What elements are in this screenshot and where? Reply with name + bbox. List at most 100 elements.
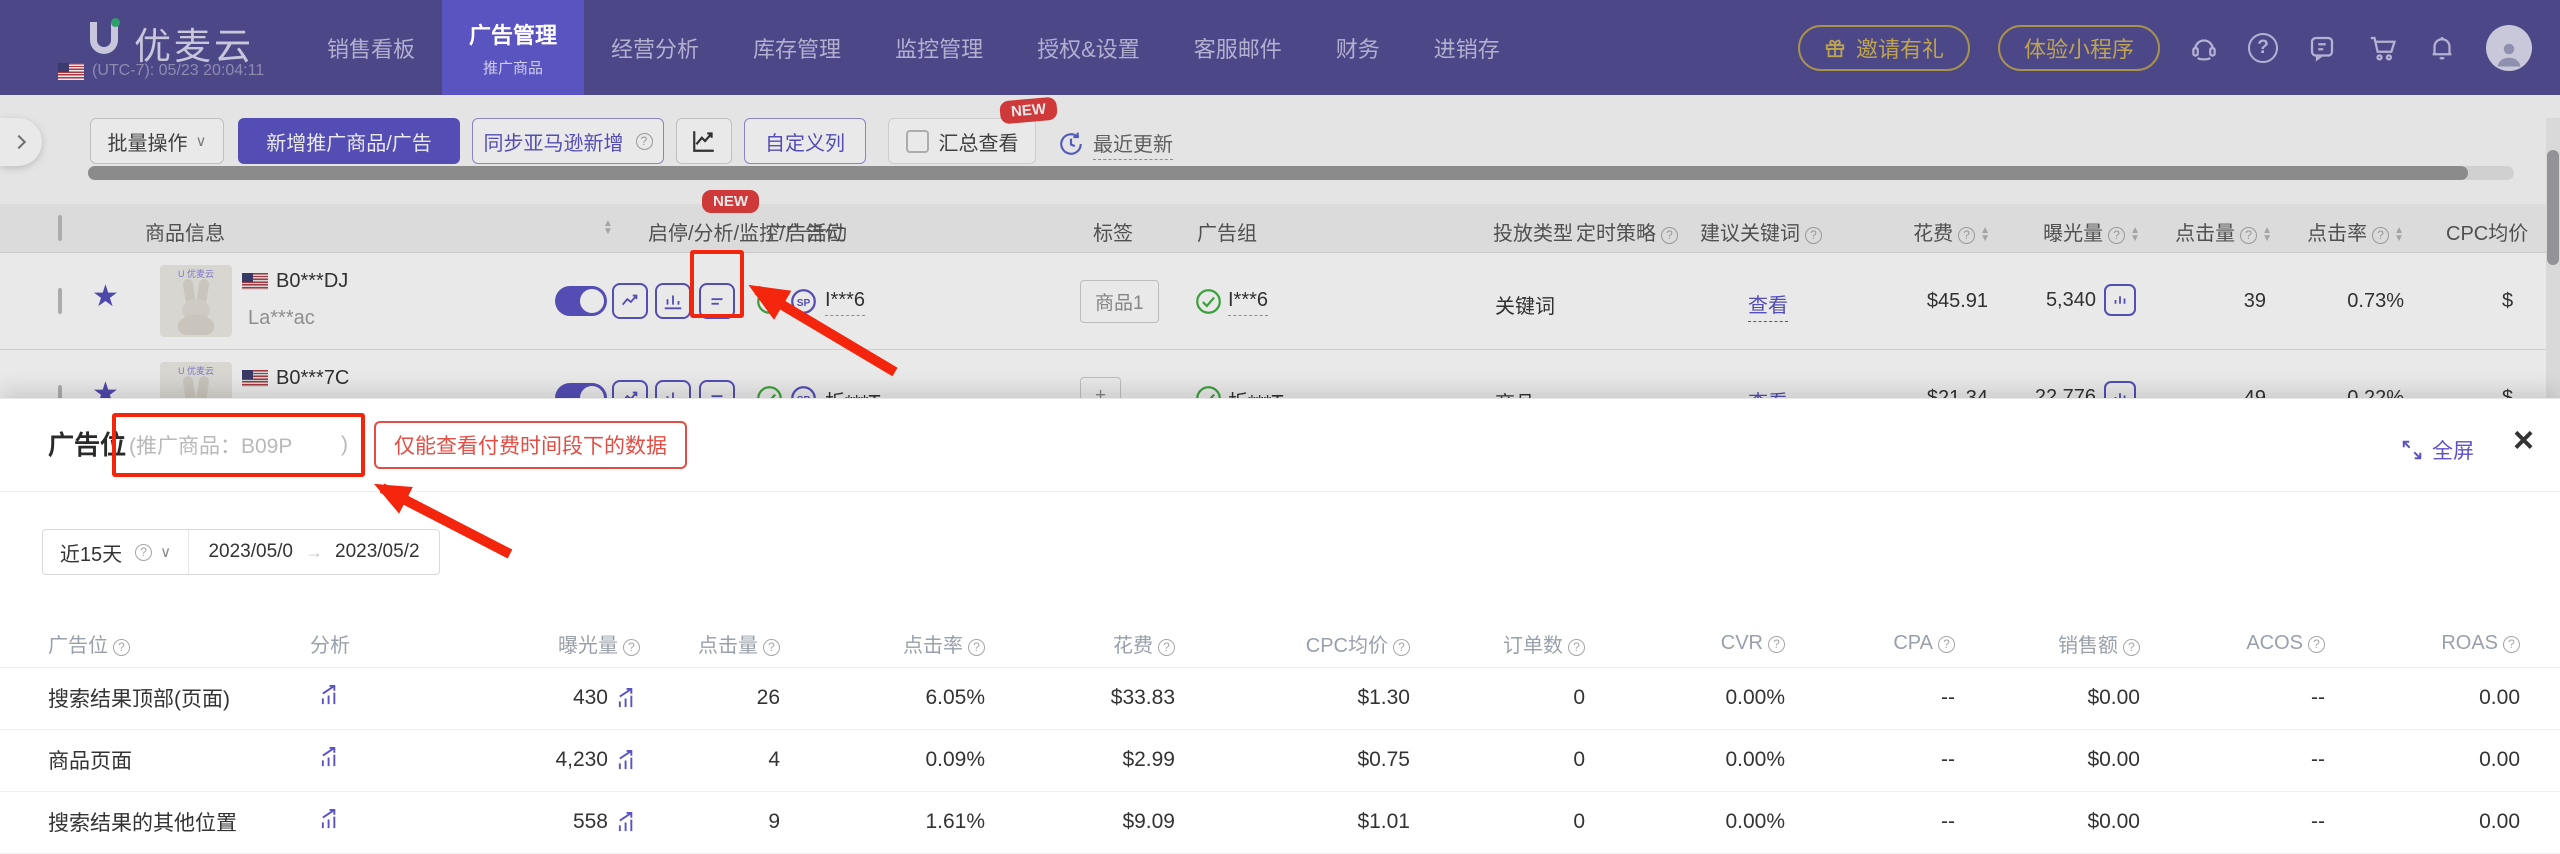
select-all-checkbox[interactable] <box>58 215 62 241</box>
campaign-toggle[interactable] <box>555 286 607 316</box>
horizontal-scrollbar-thumb[interactable] <box>88 166 2468 180</box>
product-asin[interactable]: B0***DJ <box>242 270 348 293</box>
orders-value: 0 <box>1445 791 1615 853</box>
trend-analysis-icon[interactable] <box>615 749 640 772</box>
info-icon[interactable] <box>1568 639 1585 656</box>
date-from: 2023/05/0 <box>208 541 293 563</box>
cpa-value: -- <box>1815 667 1985 729</box>
vertical-scrollbar-thumb[interactable] <box>2547 150 2559 265</box>
custom-columns-button[interactable]: 自定义列 <box>744 118 866 164</box>
nav-item-monitoring[interactable]: 监控管理 <box>868 0 1010 95</box>
info-icon[interactable] <box>2308 636 2325 653</box>
col-clicks[interactable]: 点击量▲▼ <box>2175 217 2272 246</box>
refresh-clock-icon <box>1058 131 1084 157</box>
us-flag-icon <box>242 273 268 290</box>
analysis-chart-icon[interactable] <box>612 283 648 319</box>
nav-item-authorization-settings[interactable]: 授权&设置 <box>1010 0 1167 95</box>
placement-row: 搜索结果的其他位置 558 9 1.61% $9.09 $1.01 0 0.00… <box>0 791 2560 853</box>
col-product-info[interactable]: 商品信息 <box>145 217 225 246</box>
tag-badge[interactable]: 商品1 <box>1080 280 1159 323</box>
nav-item-ad-management[interactable]: 广告管理 推广商品 <box>442 0 584 95</box>
cart-icon[interactable] <box>2366 32 2398 64</box>
trend-analysis-icon[interactable] <box>318 808 343 831</box>
info-icon[interactable] <box>1805 227 1822 244</box>
customer-service-icon[interactable] <box>2188 32 2220 64</box>
impressions-value: 430 <box>573 686 608 710</box>
chart-view-button[interactable] <box>676 118 732 164</box>
nav-subitem-promoted-products: 推广商品 <box>483 57 543 78</box>
notifications-icon[interactable] <box>2426 32 2458 64</box>
info-icon[interactable] <box>1768 636 1785 653</box>
info-icon[interactable] <box>763 639 780 656</box>
date-preset-select[interactable]: 近15天 ∨ <box>43 530 189 574</box>
svg-text:SP: SP <box>797 298 811 309</box>
trend-analysis-icon[interactable] <box>318 684 343 707</box>
horizontal-scrollbar[interactable] <box>88 166 2514 180</box>
info-icon[interactable] <box>1393 639 1410 656</box>
info-icon[interactable] <box>2123 639 2140 656</box>
favorite-star-icon[interactable]: ★ <box>92 279 119 314</box>
info-icon[interactable] <box>113 639 130 656</box>
cvr-value: 0.00% <box>1615 791 1815 853</box>
col-campaign: 广告活动 <box>767 217 847 246</box>
navbar-actions: 邀请有礼 体验小程序 ? <box>1798 0 2532 95</box>
nav-item-business-analysis[interactable]: 经营分析 <box>584 0 726 95</box>
mini-program-button[interactable]: 体验小程序 <box>1998 25 2160 71</box>
new-badge: NEW <box>702 190 759 213</box>
sort-icon[interactable]: ▲▼ <box>2130 227 2140 242</box>
summary-view-toggle[interactable]: 汇总查看 <box>888 118 1036 164</box>
sort-icon[interactable]: ▲▼ <box>603 220 613 235</box>
info-icon[interactable] <box>1158 639 1175 656</box>
add-promotion-button[interactable]: 新增推广商品/广告 <box>238 118 460 164</box>
roas-value: 0.00 <box>2355 729 2560 791</box>
help-icon[interactable]: ? <box>2248 33 2278 63</box>
row-checkbox[interactable] <box>58 288 62 314</box>
fullscreen-button[interactable]: 全屏 <box>2401 435 2474 465</box>
sort-icon[interactable]: ▲▼ <box>1980 227 1990 242</box>
invite-reward-button[interactable]: 邀请有礼 <box>1798 25 1970 71</box>
impressions-chart-icon[interactable] <box>2104 284 2136 316</box>
date-range-picker[interactable]: 2023/05/0 → 2023/05/2 <box>189 530 439 574</box>
col-spend[interactable]: 花费▲▼ <box>1913 217 1990 246</box>
product-asin[interactable]: B0***7C <box>242 367 349 390</box>
nav-item-sales-dashboard[interactable]: 销售看板 <box>300 0 442 95</box>
nav-item-customer-email[interactable]: 客服邮件 <box>1167 0 1309 95</box>
date-range-filter: 近15天 ∨ 2023/05/0 → 2023/05/2 <box>42 529 440 575</box>
recent-update-button[interactable]: 最近更新 <box>1058 128 1173 160</box>
avatar[interactable] <box>2486 25 2532 71</box>
sync-amazon-button[interactable]: 同步亚马逊新增 <box>472 118 664 164</box>
clicks-value: 4 <box>660 729 810 791</box>
feedback-icon[interactable] <box>2306 32 2338 64</box>
info-icon[interactable] <box>1661 227 1678 244</box>
chevron-down-icon: ∨ <box>160 543 171 561</box>
sales-value: $0.00 <box>1985 729 2175 791</box>
col-impressions[interactable]: 曝光量▲▼ <box>2043 217 2140 246</box>
close-icon[interactable]: × <box>2513 419 2534 461</box>
monitor-bars-icon[interactable] <box>655 283 691 319</box>
placement-name: 商品页面 <box>0 729 300 791</box>
adgroup-link[interactable]: I***6 <box>1228 289 1268 316</box>
campaign-link[interactable]: I***6 <box>825 289 865 316</box>
trend-analysis-icon[interactable] <box>318 746 343 769</box>
trend-analysis-icon[interactable] <box>615 811 640 834</box>
trend-analysis-icon[interactable] <box>615 687 640 710</box>
info-icon[interactable] <box>968 639 985 656</box>
date-to: 2023/05/2 <box>335 541 420 563</box>
summary-checkbox[interactable] <box>906 130 929 153</box>
product-thumbnail[interactable]: U 优麦云 <box>160 265 232 337</box>
col-ctr[interactable]: 点击率▲▼ <box>2307 217 2404 246</box>
col-cpc: CPC均价 <box>2446 217 2528 246</box>
sort-icon[interactable]: ▲▼ <box>2394 227 2404 242</box>
impressions-value: 558 <box>573 810 608 834</box>
nav-item-inventory[interactable]: 库存管理 <box>726 0 868 95</box>
sort-icon[interactable]: ▲▼ <box>2262 227 2272 242</box>
info-icon[interactable] <box>2503 636 2520 653</box>
info-icon[interactable] <box>623 639 640 656</box>
info-icon[interactable] <box>1938 636 1955 653</box>
nav-item-finance[interactable]: 财务 <box>1309 0 1407 95</box>
batch-actions-button[interactable]: 批量操作∨ <box>90 118 224 164</box>
nav-item-purchase-sales-stock[interactable]: 进销存 <box>1407 0 1527 95</box>
view-keywords-link[interactable]: 查看 <box>1748 289 1788 322</box>
info-icon <box>2240 227 2257 244</box>
promoted-product-text: (推广商品：B09P <box>129 430 292 460</box>
